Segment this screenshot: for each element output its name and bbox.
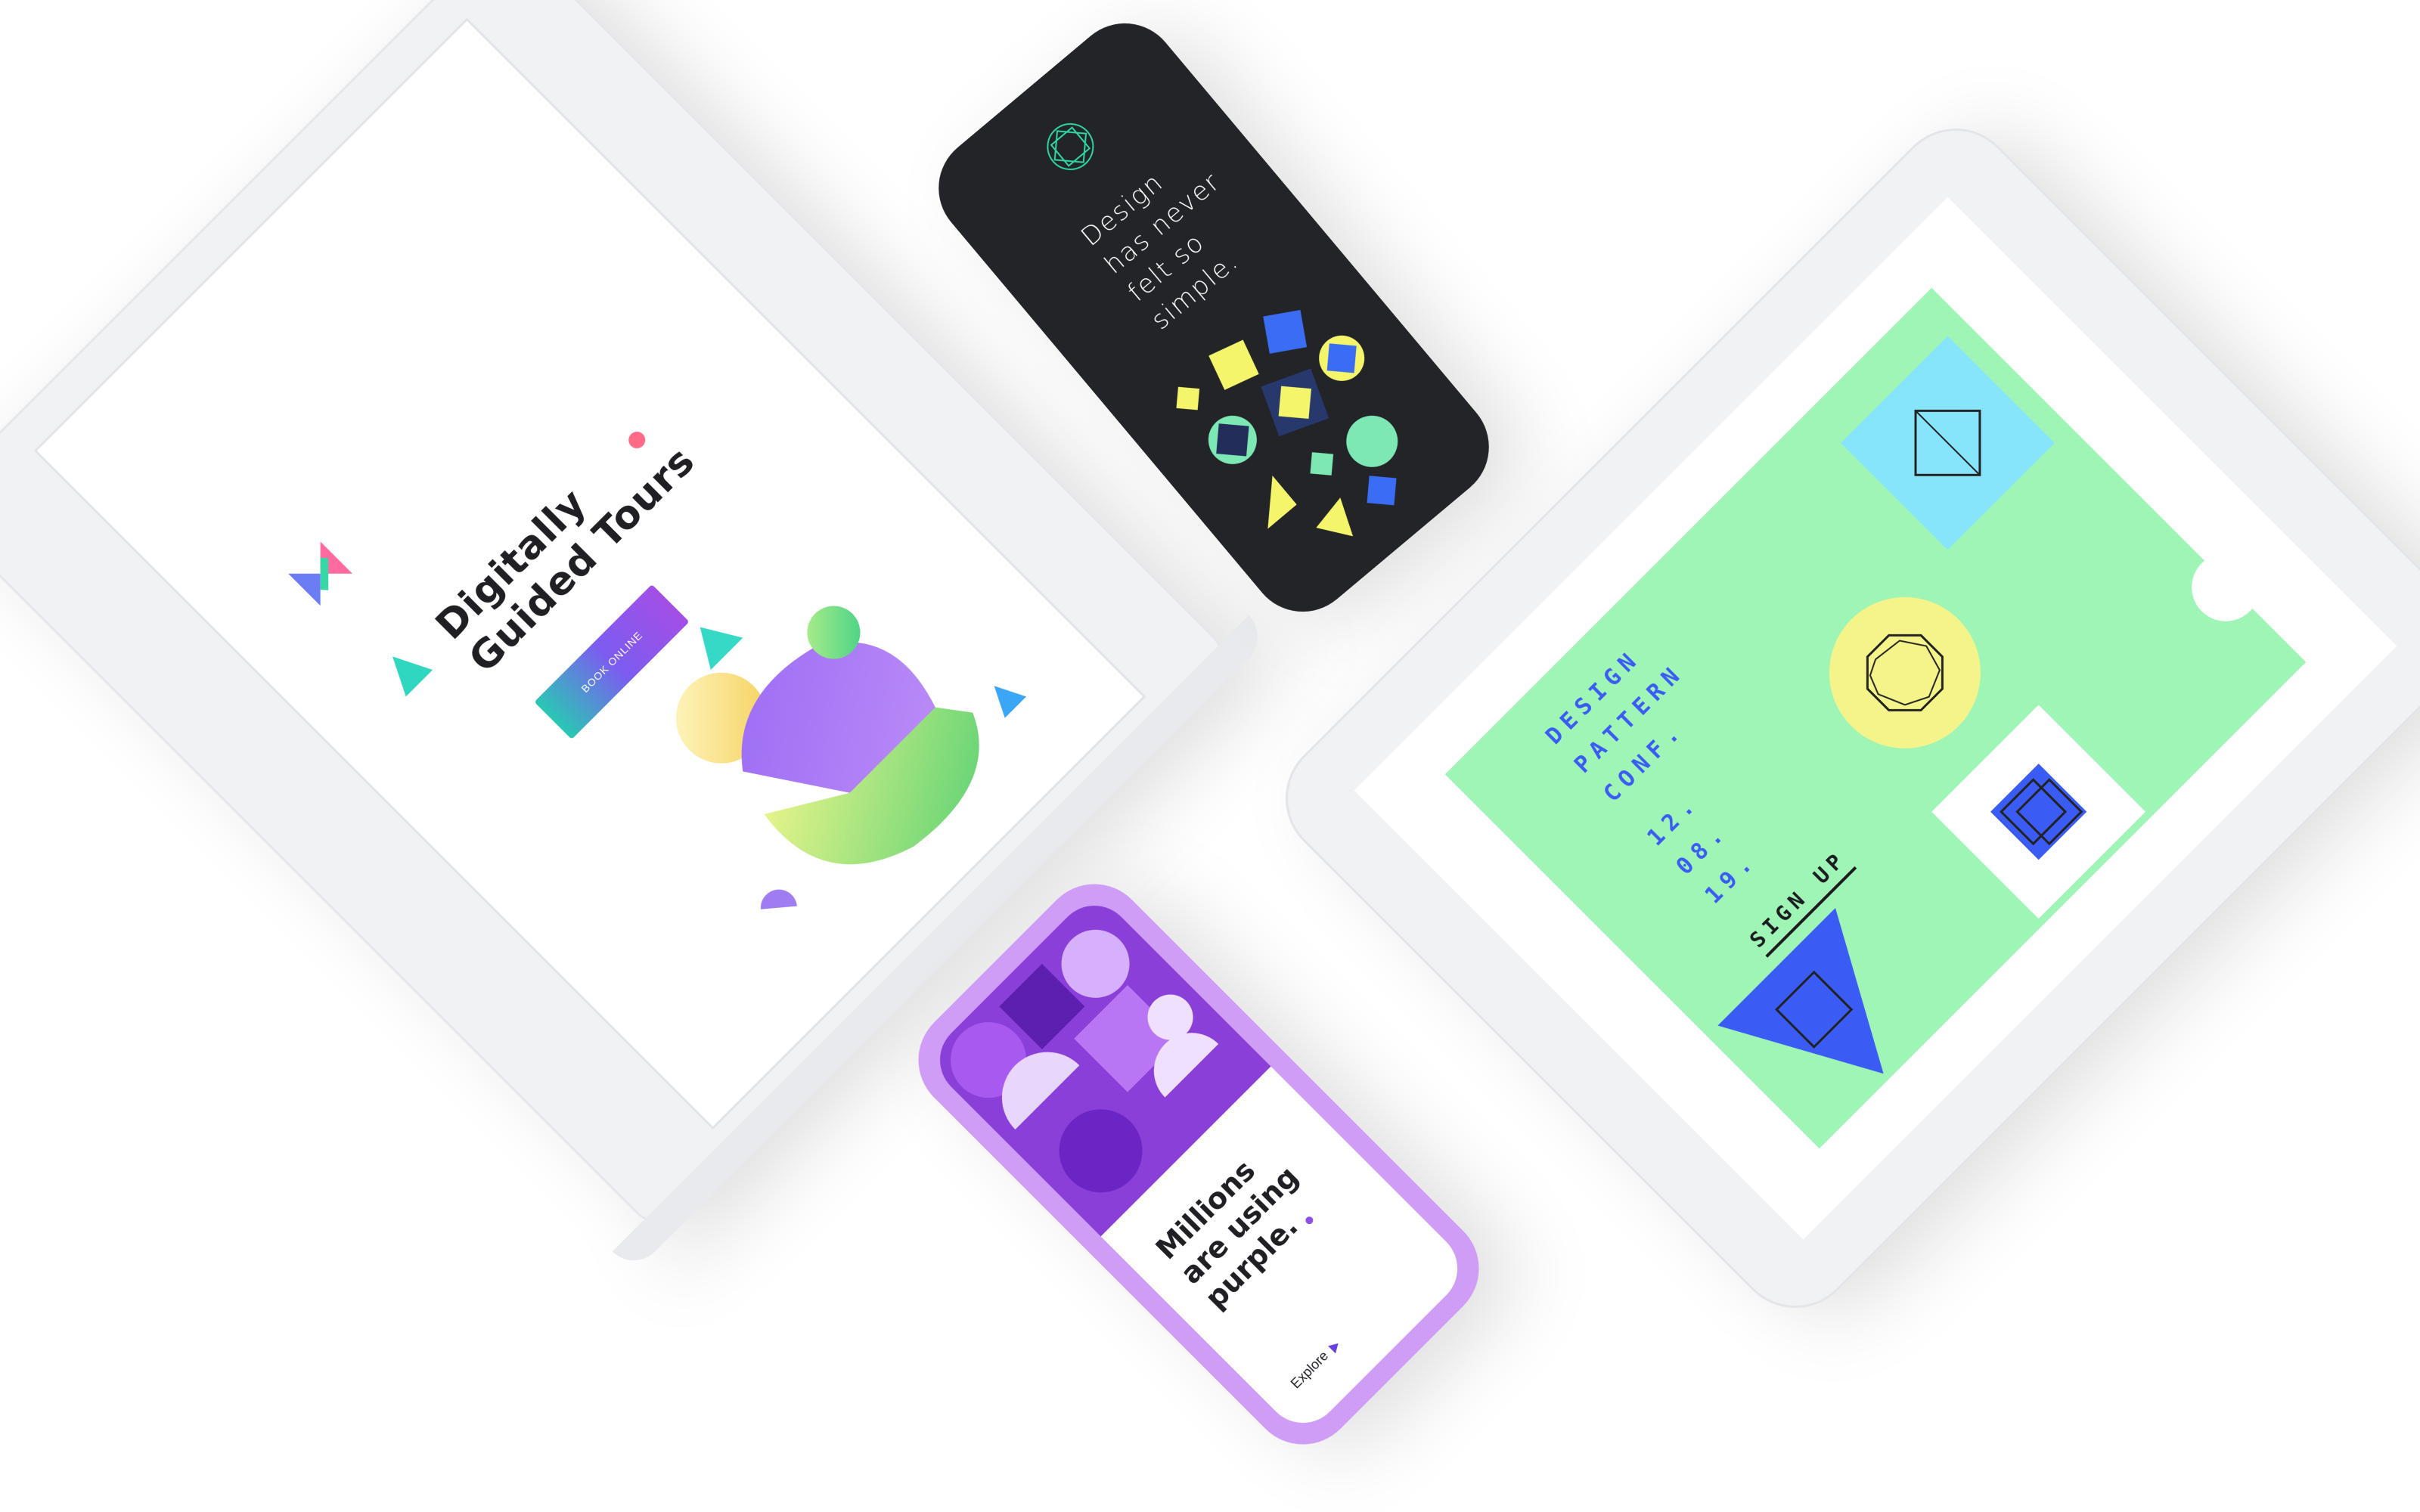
purple-dot [1304, 1215, 1315, 1226]
decor-triangle-teal [392, 656, 433, 697]
tablet-screen: DESIGN PATTERN CONF. 12. 08. 19. SIGN UP [1354, 197, 2397, 1240]
decor-dot-pink [625, 428, 649, 452]
play-arrow-icon [1328, 1343, 1339, 1354]
mandala-logo-icon [1047, 123, 1094, 171]
explore-link[interactable]: Explore [1288, 1348, 1332, 1392]
app-logo-icon [288, 541, 353, 606]
purple-phone-screen: Millions are using purple. Explore [924, 890, 1473, 1439]
tablet-device: DESIGN PATTERN CONF. 12. 08. 19. SIGN UP [1260, 103, 2420, 1334]
purple-phone-device: Millions are using purple. Explore [896, 862, 1501, 1467]
decor-half-circle-purple [759, 888, 797, 909]
